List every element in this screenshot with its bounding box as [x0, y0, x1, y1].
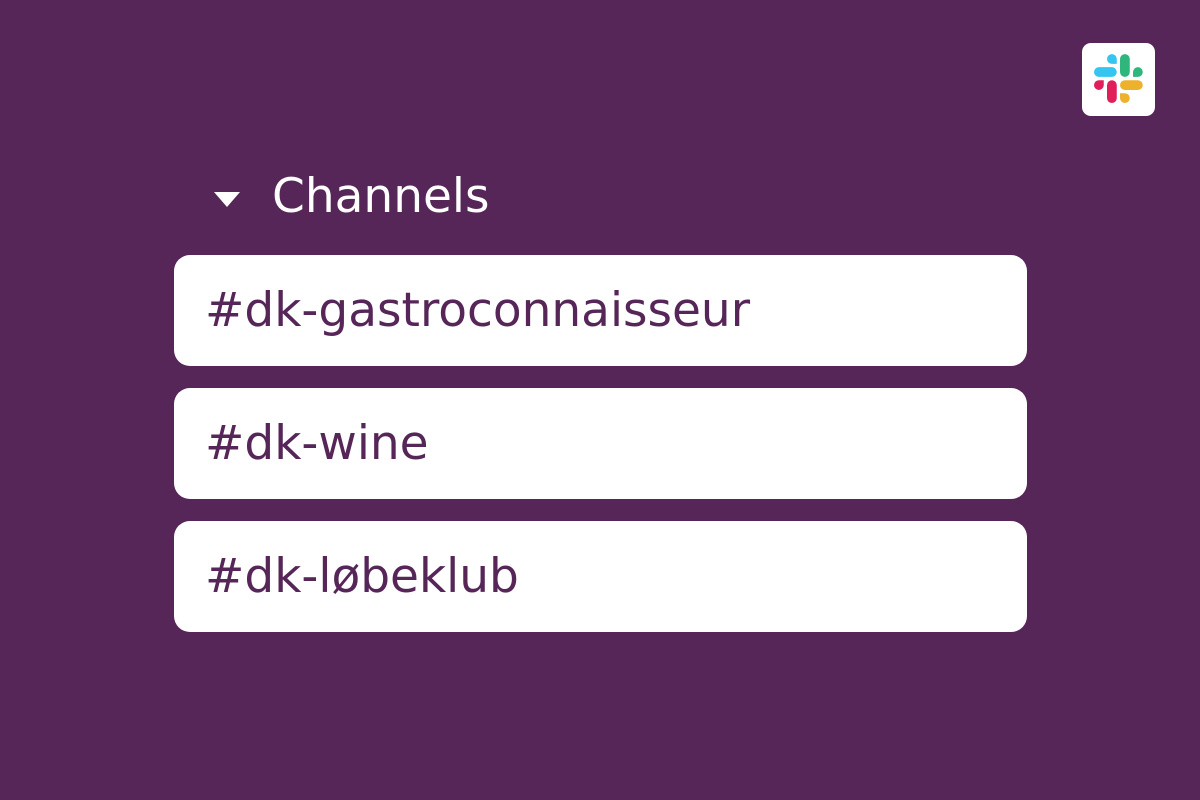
channels-section-header[interactable]: Channels [214, 164, 489, 230]
channel-item-dk-gastroconnaisseur[interactable]: #dk-gastroconnaisseur [174, 255, 1027, 366]
slack-logo-icon [1094, 54, 1143, 103]
channel-list: #dk-gastroconnaisseur #dk-wine #dk-løbek… [174, 255, 1027, 654]
channel-item-dk-wine[interactable]: #dk-wine [174, 388, 1027, 499]
channel-name: #dk-løbeklub [205, 548, 519, 604]
slack-logo [1082, 43, 1155, 116]
section-title: Channels [272, 169, 490, 224]
caret-down-icon[interactable] [214, 191, 240, 207]
channel-name: #dk-wine [205, 415, 429, 471]
channel-name: #dk-gastroconnaisseur [205, 282, 751, 338]
channel-item-dk-lobeklub[interactable]: #dk-løbeklub [174, 521, 1027, 632]
